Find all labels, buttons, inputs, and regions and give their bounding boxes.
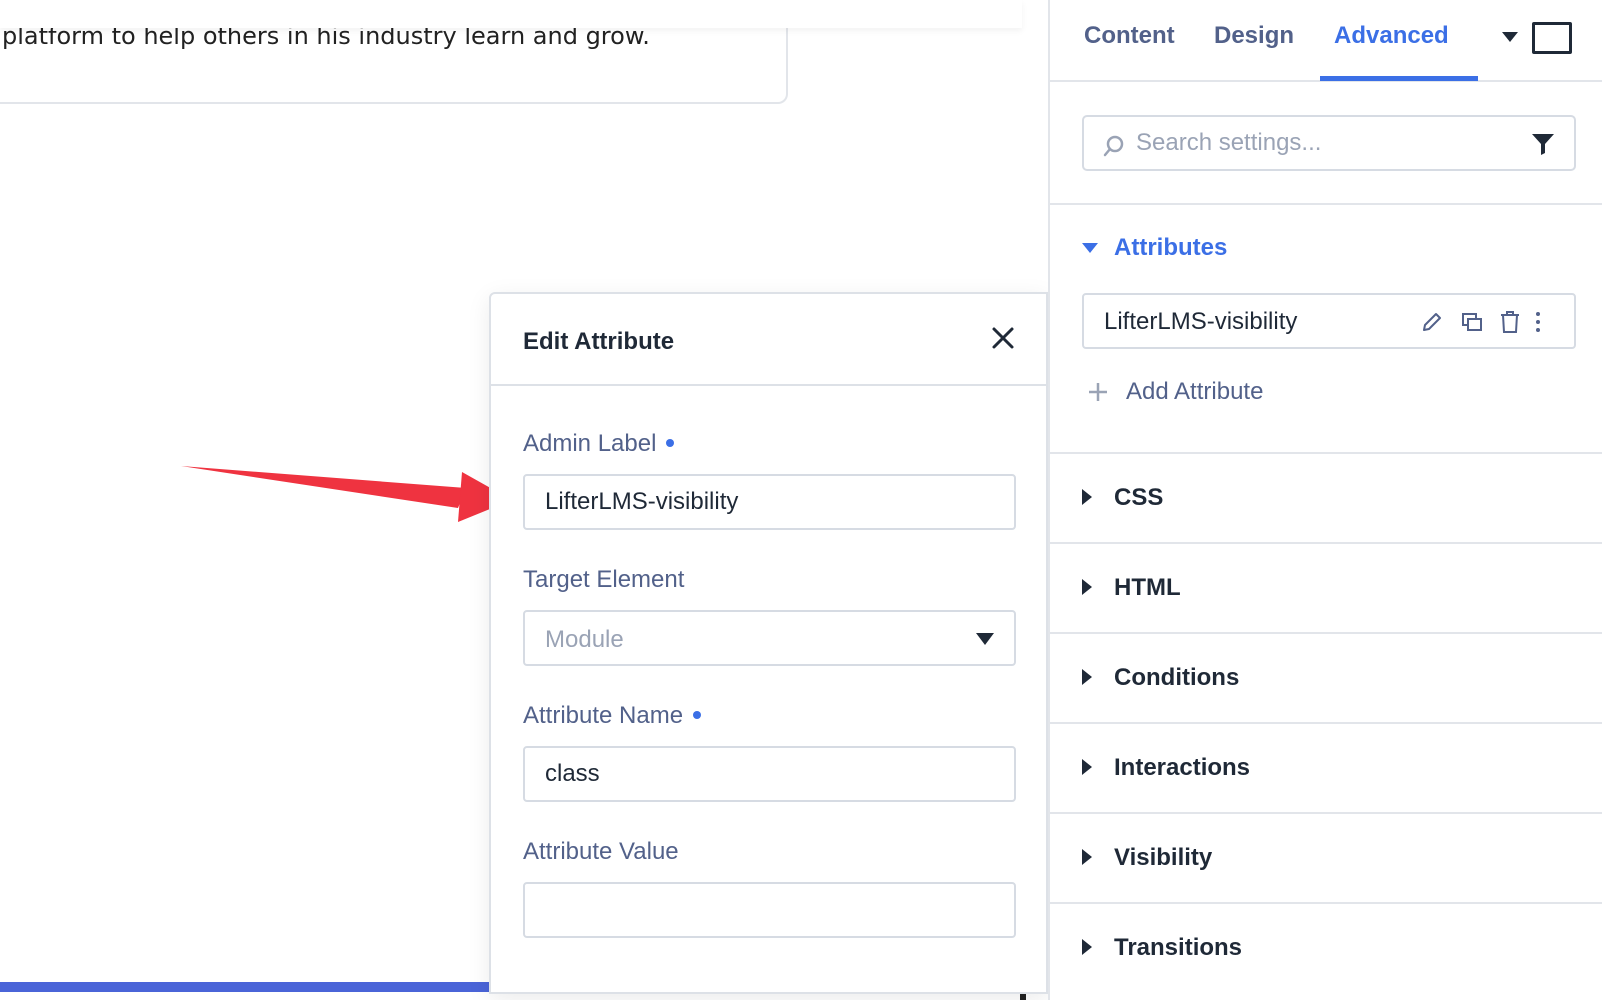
attribute-value-input[interactable] (523, 882, 1016, 938)
section-conditions[interactable]: Conditions (1050, 632, 1602, 722)
attribute-name-input[interactable] (523, 746, 1016, 802)
settings-search (1082, 115, 1576, 171)
copy-icon[interactable] (1460, 310, 1484, 334)
canvas-top-strip (0, 0, 1022, 28)
close-icon[interactable] (989, 324, 1017, 352)
section-css[interactable]: CSS (1050, 452, 1602, 542)
section-visibility[interactable]: Visibility (1050, 812, 1602, 902)
tab-content[interactable]: Content (1084, 22, 1175, 50)
attribute-item-label: LifterLMS-visibility (1104, 308, 1298, 335)
plus-icon (1089, 383, 1107, 401)
caret-down-icon (1082, 243, 1098, 253)
required-dot (666, 438, 675, 447)
section-label: HTML (1114, 574, 1181, 601)
section-label: Conditions (1114, 664, 1240, 691)
modal-header: Edit Attribute (491, 294, 1046, 386)
search-input[interactable] (1136, 117, 1516, 169)
attribute-item[interactable]: LifterLMS-visibility (1082, 293, 1576, 349)
add-attribute-label: Add Attribute (1126, 378, 1264, 405)
caret-right-icon (1082, 669, 1092, 685)
section-label: Transitions (1114, 934, 1243, 961)
section-transitions[interactable]: Transitions (1050, 902, 1602, 1000)
pencil-icon[interactable] (1420, 310, 1444, 334)
settings-panel: Content Design Advanced Attributes Lifte… (1048, 0, 1602, 1000)
attributes-title: Attributes (1114, 234, 1228, 261)
filter-icon[interactable] (1530, 132, 1556, 156)
modal-title: Edit Attribute (523, 328, 675, 355)
settings-tabs: Content Design Advanced (1050, 0, 1602, 82)
admin-label-input[interactable] (523, 474, 1016, 530)
caret-right-icon (1082, 759, 1092, 775)
section-label: Interactions (1114, 754, 1251, 781)
more-vertical-icon[interactable] (1532, 310, 1544, 334)
device-preview-icon[interactable] (1532, 22, 1572, 54)
attribute-value-label: Attribute Value (523, 838, 679, 865)
trash-icon[interactable] (1498, 310, 1522, 334)
divider (1050, 203, 1602, 205)
search-icon (1103, 135, 1124, 157)
caret-right-icon (1082, 489, 1092, 505)
edit-attribute-modal: Edit Attribute Admin Label Target Elemen… (489, 292, 1048, 994)
target-element-select[interactable]: Module (523, 610, 1016, 666)
required-dot (693, 710, 702, 719)
caret-right-icon (1082, 939, 1092, 955)
section-label: CSS (1114, 484, 1164, 511)
tab-design[interactable]: Design (1214, 22, 1294, 50)
section-bottom-bar (0, 982, 500, 992)
target-element-label: Target Element (523, 566, 685, 593)
attribute-name-label: Attribute Name (523, 702, 702, 730)
target-element-value: Module (545, 626, 624, 653)
section-label: Visibility (1114, 844, 1213, 871)
active-tab-indicator (1320, 76, 1478, 81)
section-html[interactable]: HTML (1050, 542, 1602, 632)
section-interactions[interactable]: Interactions (1050, 722, 1602, 812)
caret-right-icon (1082, 849, 1092, 865)
admin-label-label: Admin Label (523, 430, 675, 458)
tabs-dropdown-icon[interactable] (1502, 32, 1518, 42)
tab-advanced[interactable]: Advanced (1334, 22, 1449, 50)
chevron-down-icon (976, 633, 994, 645)
caret-right-icon (1082, 579, 1092, 595)
